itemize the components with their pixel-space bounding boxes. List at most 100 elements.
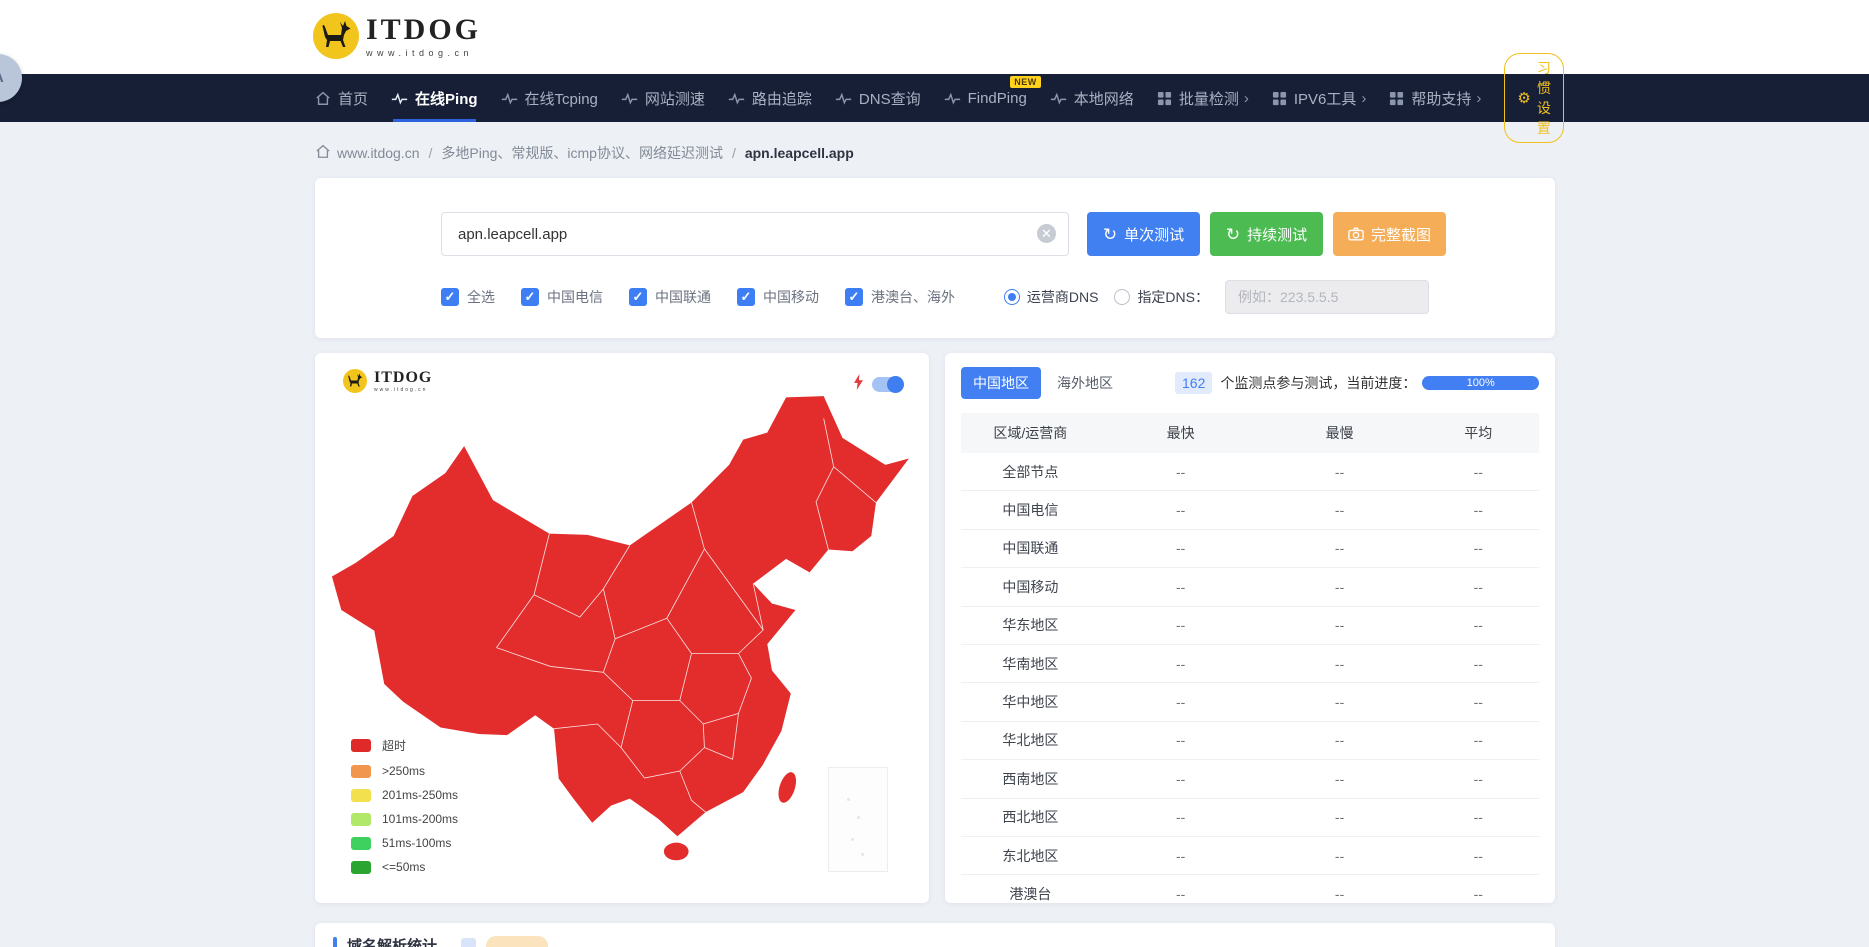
nav-item-help-support[interactable]: 帮助支持› — [1389, 74, 1481, 122]
top-band — [0, 0, 1869, 74]
checkbox-all[interactable]: ✓全选 — [441, 287, 495, 307]
legend-item-le50: <=50ms — [351, 860, 458, 874]
pulse-icon — [835, 92, 852, 105]
dns-stats-card: 域名解析统计 — [315, 923, 1555, 947]
table-row-all-nodes: 全部节点------ — [961, 453, 1539, 491]
loop-icon: ↻ — [1226, 226, 1240, 243]
legend-swatch — [351, 739, 371, 752]
legend-swatch — [351, 861, 371, 874]
nav-item-batch-check[interactable]: 批量检测› — [1157, 74, 1249, 122]
nav-item-local-network[interactable]: 本地网络 — [1050, 74, 1134, 122]
brand-logo[interactable]: ITDOG www.itdog.cn — [313, 13, 481, 59]
radio-isp-dns[interactable]: 运营商DNS — [1004, 287, 1099, 307]
checkbox-checked-icon: ✓ — [521, 288, 539, 306]
host-input[interactable] — [441, 212, 1069, 256]
settings-button[interactable]: ⚙ 习惯设置 — [1504, 53, 1563, 143]
table-row-central-china: 华中地区------ — [961, 683, 1539, 721]
lightning-icon — [853, 374, 864, 395]
radio-custom-dns[interactable]: 指定DNS： — [1114, 287, 1209, 307]
table-row-east-china: 华东地区------ — [961, 607, 1539, 645]
page: ITDOG www.itdog.cn A 首页在线Ping在线Tcping网站测… — [0, 0, 1869, 947]
checkbox-checked-icon: ✓ — [845, 288, 863, 306]
chevron-right-icon: › — [1244, 90, 1249, 107]
legend-item-timeout: 超时 — [351, 737, 458, 754]
breadcrumb-home-link[interactable]: www.itdog.cn — [315, 144, 419, 162]
nav-item-ipv6-tools[interactable]: IPV6工具› — [1272, 74, 1367, 122]
legend-swatch — [351, 837, 371, 850]
pulse-icon — [1050, 92, 1067, 105]
search-card: ✕ ↻单次测试↻持续测试完整截图 ✓全选 ✓中国电信 ✓中国联通 ✓中国移动 ✓港澳台、… — [315, 178, 1555, 338]
legend-swatch — [351, 765, 371, 778]
chevron-right-icon: › — [1361, 90, 1366, 107]
grid-icon — [1389, 91, 1404, 106]
grid-icon — [1157, 91, 1172, 106]
legend-item-51-100: 51ms-100ms — [351, 836, 458, 850]
breadcrumb-separator: / — [732, 145, 736, 161]
checkbox-china-mobile[interactable]: ✓中国移动 — [737, 287, 819, 307]
table-row-hk-mo-tw: 港澳台------ — [961, 875, 1539, 912]
table-row-northeast: 东北地区------ — [961, 837, 1539, 875]
main-nav: 首页在线Ping 在线Tcping 网站测速路由追踪 DNS查询 FindPingNEW… — [0, 74, 1869, 122]
map-watermark-logo: ITDOG www.itdog.cn — [343, 369, 432, 393]
monitor-count-badge: 162 — [1175, 372, 1212, 394]
fast-mode-toggle[interactable] — [872, 377, 903, 392]
continuous-test-button[interactable]: ↻持续测试 — [1210, 212, 1323, 256]
legend-item-101-200: 101ms-200ms — [351, 812, 458, 826]
table-row-northwest: 西北地区------ — [961, 799, 1539, 837]
tab-china-region[interactable]: 中国地区 — [961, 367, 1041, 399]
nav-item-online-ping[interactable]: 在线Ping — [391, 74, 478, 122]
nav-item-route-trace[interactable]: 路由追踪 — [728, 74, 812, 122]
breadcrumb-middle-link[interactable]: 多地Ping、常规版、icmp协议、网络延迟测试 — [441, 143, 723, 163]
checkbox-china-unicom[interactable]: ✓中国联通 — [629, 287, 711, 307]
nav-item-dns-query[interactable]: DNS查询 — [835, 74, 921, 122]
checkbox-hmt-overseas[interactable]: ✓港澳台、海外 — [845, 287, 955, 307]
single-test-button[interactable]: ↻单次测试 — [1087, 212, 1200, 256]
progress-text: 个监测点参与测试，当前进度： — [1220, 373, 1416, 393]
dog-logo-icon — [313, 13, 359, 59]
chevron-right-icon: › — [1476, 90, 1481, 107]
tab-overseas-region[interactable]: 海外地区 — [1057, 373, 1113, 393]
table-row-china-unicom: 中国联通------ — [961, 530, 1539, 568]
table-header-row: 区域/运营商 最快 最慢 平均 — [961, 413, 1539, 453]
table-row-china-mobile: 中国移动------ — [961, 568, 1539, 606]
nav-item-online-tcping[interactable]: 在线Tcping — [501, 74, 598, 122]
checkbox-checked-icon: ✓ — [737, 288, 755, 306]
custom-dns-input[interactable] — [1225, 280, 1429, 314]
footer-badge[interactable] — [486, 936, 548, 947]
pulse-icon — [501, 92, 518, 105]
grid-icon — [1272, 91, 1287, 106]
breadcrumb: www.itdog.cn / 多地Ping、常规版、icmp协议、网络延迟测试 … — [315, 140, 1555, 166]
home-icon — [315, 91, 331, 106]
nav-item-site-speed[interactable]: 网站测速 — [621, 74, 705, 122]
clear-input-icon[interactable]: ✕ — [1037, 224, 1056, 243]
radio-icon — [1114, 289, 1130, 305]
legend-item-gt250: >250ms — [351, 764, 458, 778]
pulse-icon — [728, 92, 745, 105]
checkbox-checked-icon: ✓ — [629, 288, 647, 306]
footer-checkbox[interactable] — [461, 938, 476, 947]
nav-item-home[interactable]: 首页 — [315, 74, 368, 122]
brand-name: ITDOG — [366, 15, 481, 45]
pulse-icon — [391, 92, 408, 105]
dns-options: 运营商DNS 指定DNS： — [1004, 280, 1429, 314]
pulse-icon — [621, 92, 638, 105]
dog-logo-icon — [343, 369, 367, 393]
camera-icon — [1348, 227, 1364, 241]
brand-domain: www.itdog.cn — [366, 49, 481, 58]
breadcrumb-current: apn.leapcell.app — [745, 145, 854, 161]
table-row-south-china: 华南地区------ — [961, 645, 1539, 683]
map-legend: 超时>250ms201ms-250ms101ms-200ms51ms-100ms… — [351, 737, 458, 874]
radio-icon — [1004, 289, 1020, 305]
breadcrumb-separator: / — [428, 145, 432, 161]
south-china-sea-inset — [828, 767, 888, 872]
nav-item-findping[interactable]: FindPingNEW — [944, 74, 1027, 122]
progress-value: 100% — [1467, 377, 1495, 389]
checkbox-checked-icon: ✓ — [441, 288, 459, 306]
legend-swatch — [351, 789, 371, 802]
table-row-north-china: 华北地区------ — [961, 722, 1539, 760]
checkbox-china-telecom[interactable]: ✓中国电信 — [521, 287, 603, 307]
full-screenshot-button[interactable]: 完整截图 — [1333, 212, 1446, 256]
map-card: ITDOG www.itdog.cn — [315, 353, 929, 903]
section-title: 域名解析统计 — [347, 935, 437, 947]
loop-icon: ↻ — [1103, 226, 1117, 243]
